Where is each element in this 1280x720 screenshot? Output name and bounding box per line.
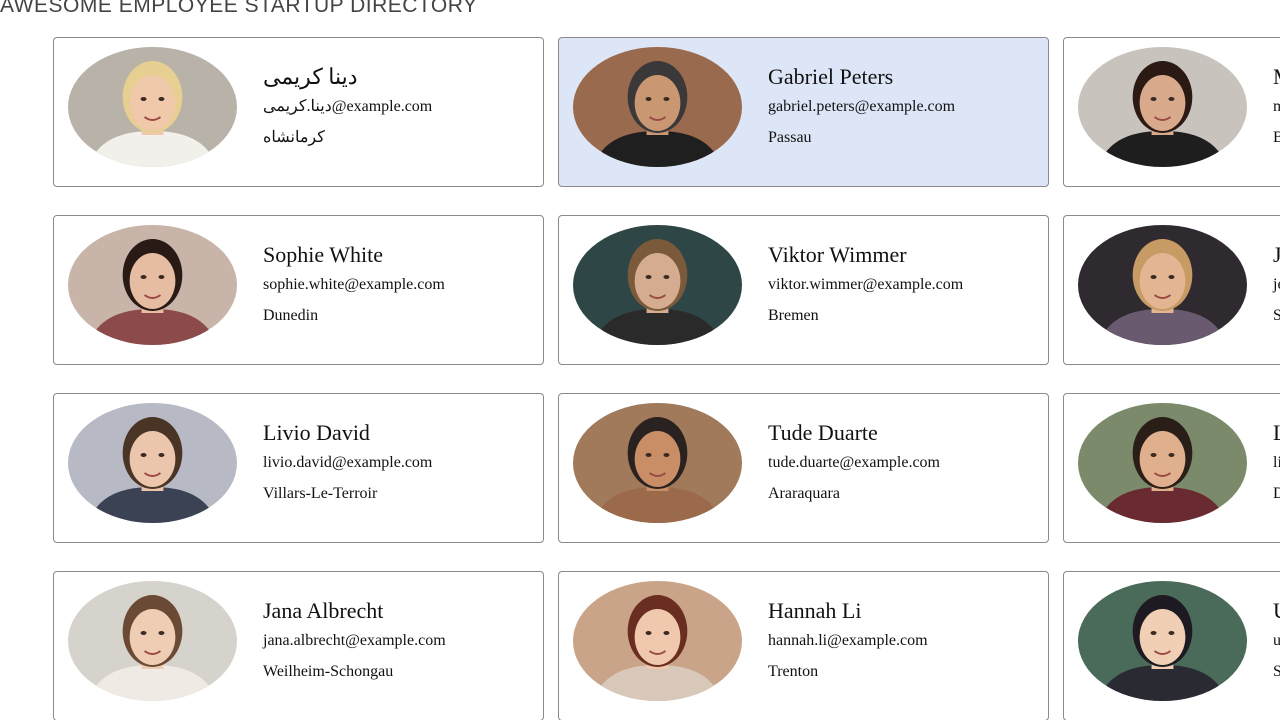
avatar <box>1078 581 1247 701</box>
avatar <box>573 581 742 701</box>
employee-city: Weilheim-Schongau <box>263 663 394 680</box>
employee-email: sophie.white@example.com <box>263 276 445 293</box>
employee-card[interactable]: Gabriel Peters gabriel.peters@example.com… <box>558 37 1049 187</box>
employee-email: je <box>1273 276 1280 293</box>
employee-info: دينا كريمی دينا.كريمی@example.com كرمانشاه <box>263 62 535 149</box>
employee-email: hannah.li@example.com <box>768 632 928 649</box>
avatar <box>68 225 237 345</box>
employee-name: Gabriel Peters <box>768 64 894 89</box>
employee-info: Viktor Wimmer viktor.wimmer@example.com Br… <box>768 240 1040 327</box>
employee-info: Jje S <box>1273 240 1280 327</box>
employee-name: M <box>1273 62 1280 92</box>
employee-info: Livio David livio.david@example.com Villar… <box>263 418 535 505</box>
employee-card[interactable]: Hannah Li hannah.li@example.com Trenton <box>558 571 1049 720</box>
employee-email: m <box>1273 96 1280 118</box>
employee-card[interactable]: Lli D <box>1063 393 1280 543</box>
employee-city: D <box>1273 483 1280 505</box>
employee-card[interactable]: Livio David livio.david@example.com Villar… <box>53 393 544 543</box>
avatar <box>573 47 742 167</box>
avatar <box>1078 403 1247 523</box>
avatar <box>68 581 237 701</box>
employee-email: دينا.كريمی@example.com <box>263 98 433 115</box>
employee-name: Hannah Li <box>768 598 862 623</box>
employee-city: Araraquara <box>768 485 840 502</box>
avatar <box>573 403 742 523</box>
employee-city: Villars-Le-Terroir <box>263 485 378 502</box>
avatar <box>573 225 742 345</box>
employee-info: Sophie White sophie.white@example.com Dune… <box>263 240 535 327</box>
employee-card[interactable]: Jana Albrecht jana.albrecht@example.com We… <box>53 571 544 720</box>
employee-name: Livio David <box>263 420 370 445</box>
employee-name: L <box>1273 418 1280 448</box>
directory-page: AWESOME EMPLOYEE STARTUP DIRECTORY دينا … <box>0 0 1280 720</box>
employee-name: U <box>1273 596 1280 626</box>
avatar <box>1078 47 1247 167</box>
avatar <box>68 47 237 167</box>
employee-card[interactable]: Tude Duarte tude.duarte@example.com Araraq… <box>558 393 1049 543</box>
employee-card[interactable]: Sophie White sophie.white@example.com Dune… <box>53 215 544 365</box>
employee-name: Tude Duarte <box>768 420 878 445</box>
employee-name: Jana Albrecht <box>263 598 384 623</box>
employee-card[interactable]: دينا كريمی دينا.كريمی@example.com كرمانشاه <box>53 37 544 187</box>
employee-email: jana.albrecht@example.com <box>263 632 446 649</box>
employee-info: Hannah Li hannah.li@example.com Trenton <box>768 596 1040 683</box>
employee-name: Sophie White <box>263 242 383 267</box>
employee-city: S <box>1273 661 1280 683</box>
employee-info: Lli D <box>1273 418 1280 505</box>
employee-email: livio.david@example.com <box>263 454 433 471</box>
employee-city: كرمانشاه <box>263 129 325 146</box>
employee-city: Bremen <box>768 307 819 324</box>
employee-grid: دينا كريمی دينا.كريمی@example.com كرمانشاه… <box>53 37 1280 720</box>
employee-email: li <box>1273 454 1280 471</box>
employee-info: Gabriel Peters gabriel.peters@example.com… <box>768 62 1040 149</box>
employee-email: u <box>1273 630 1280 652</box>
employee-name: دينا كريمی <box>263 64 358 89</box>
employee-email: tude.duarte@example.com <box>768 454 940 471</box>
employee-info: Tude Duarte tude.duarte@example.com Araraq… <box>768 418 1040 505</box>
employee-city: S <box>1273 305 1280 327</box>
avatar <box>68 403 237 523</box>
employee-card[interactable]: Jje S <box>1063 215 1280 365</box>
employee-name: J <box>1273 240 1280 270</box>
employee-city: B <box>1273 127 1280 149</box>
avatar <box>1078 225 1247 345</box>
employee-info: UuS <box>1273 596 1280 683</box>
employee-info: Jana Albrecht jana.albrecht@example.com We… <box>263 596 535 683</box>
employee-email: gabriel.peters@example.com <box>768 98 956 115</box>
page-title: AWESOME EMPLOYEE STARTUP DIRECTORY <box>0 0 478 17</box>
employee-city: Trenton <box>768 663 819 680</box>
employee-email: viktor.wimmer@example.com <box>768 276 964 293</box>
employee-name: Viktor Wimmer <box>768 242 907 267</box>
employee-info: MmB <box>1273 62 1280 149</box>
employee-card[interactable]: Viktor Wimmer viktor.wimmer@example.com Br… <box>558 215 1049 365</box>
employee-card[interactable]: UuS <box>1063 571 1280 720</box>
employee-city: Dunedin <box>263 307 319 324</box>
employee-card[interactable]: MmB <box>1063 37 1280 187</box>
employee-city: Passau <box>768 129 812 146</box>
